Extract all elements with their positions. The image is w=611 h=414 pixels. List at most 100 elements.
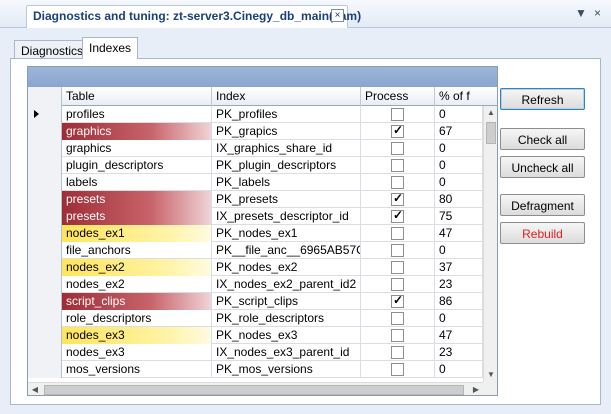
process-checkbox[interactable] — [391, 329, 404, 342]
cell-index[interactable]: PK_role_descriptors — [212, 310, 361, 327]
cell-index[interactable]: PK_profiles — [212, 106, 361, 123]
cell-index[interactable]: IX_nodes_ex3_parent_id — [212, 344, 361, 361]
table-row[interactable]: graphicsPK_grapics 67 — [28, 123, 483, 140]
table-row[interactable]: presetsIX_presets_descriptor_id 75 — [28, 208, 483, 225]
cell-fragmentation-pct[interactable]: 0 — [435, 140, 483, 157]
row-selector[interactable] — [28, 310, 62, 327]
cell-fragmentation-pct[interactable]: 23 — [435, 276, 483, 293]
cell-table[interactable]: nodes_ex2 — [62, 276, 212, 293]
process-checkbox[interactable] — [391, 363, 404, 376]
column-header-pct[interactable]: % of f — [435, 87, 497, 106]
cell-fragmentation-pct[interactable]: 0 — [435, 174, 483, 191]
table-row[interactable]: nodes_ex2 PK_nodes_ex2 37 — [28, 259, 483, 276]
cell-index[interactable]: PK_plugin_descriptors — [212, 157, 361, 174]
scroll-left-icon[interactable]: ◀ — [28, 383, 42, 395]
row-selector[interactable] — [28, 293, 62, 310]
row-selector[interactable] — [28, 361, 62, 378]
row-selector[interactable] — [28, 106, 62, 123]
row-selector[interactable] — [28, 208, 62, 225]
process-checkbox[interactable] — [391, 159, 404, 172]
cell-index[interactable]: PK_nodes_ex1 — [212, 225, 361, 242]
close-icon[interactable]: × — [331, 9, 344, 22]
cell-fragmentation-pct[interactable]: 0 — [435, 157, 483, 174]
cell-table[interactable]: profiles — [62, 106, 212, 123]
process-checkbox[interactable] — [391, 227, 404, 240]
table-row[interactable]: nodes_ex3 IX_nodes_ex3_parent_id 23 — [28, 344, 483, 361]
cell-fragmentation-pct[interactable]: 0 — [435, 242, 483, 259]
process-checkbox[interactable] — [391, 278, 404, 291]
document-tab[interactable]: Diagnostics and tuning: zt-server3.Cineg… — [26, 5, 361, 28]
cell-fragmentation-pct[interactable]: 86 — [435, 293, 483, 310]
check-all-button[interactable]: Check all — [500, 128, 585, 150]
cell-table[interactable]: graphics — [62, 140, 212, 157]
cell-index[interactable]: PK_labels — [212, 174, 361, 191]
row-selector[interactable] — [28, 191, 62, 208]
row-selector[interactable] — [28, 157, 62, 174]
cell-fragmentation-pct[interactable]: 47 — [435, 225, 483, 242]
cell-index[interactable]: PK_grapics — [212, 123, 361, 140]
cell-table[interactable]: file_anchors — [62, 242, 212, 259]
cell-table[interactable]: role_descriptors — [62, 310, 212, 327]
chevron-down-icon[interactable]: ▼ — [575, 6, 587, 20]
table-row[interactable]: nodes_ex2 IX_nodes_ex2_parent_id2 23 — [28, 276, 483, 293]
table-row[interactable]: profiles PK_profiles 0 — [28, 106, 483, 123]
cell-table[interactable]: script_clips — [62, 293, 212, 310]
horizontal-scroll-thumb[interactable] — [44, 385, 464, 395]
row-selector[interactable] — [28, 344, 62, 361]
row-selector[interactable] — [28, 276, 62, 293]
column-header-process[interactable]: Process — [361, 87, 435, 106]
process-checkbox[interactable] — [391, 142, 404, 155]
cell-table[interactable]: presets — [62, 208, 212, 225]
tab-diagnostics[interactable]: Diagnostics — [14, 40, 91, 59]
vertical-scrollbar[interactable]: ▲ ▼ — [483, 106, 497, 382]
column-header-table[interactable]: Table — [62, 87, 212, 106]
table-row[interactable]: presetsPK_presets 80 — [28, 191, 483, 208]
cell-fragmentation-pct[interactable]: 67 — [435, 123, 483, 140]
cell-index[interactable]: PK_presets — [212, 191, 361, 208]
defragment-button[interactable]: Defragment — [500, 194, 585, 216]
cell-index[interactable]: PK_mos_versions — [212, 361, 361, 378]
table-row[interactable]: file_anchors PK__file_anc__6965AB57C 0 — [28, 242, 483, 259]
table-row[interactable]: labels PK_labels 0 — [28, 174, 483, 191]
scroll-down-icon[interactable]: ▼ — [484, 368, 497, 382]
row-selector[interactable] — [28, 123, 62, 140]
cell-fragmentation-pct[interactable]: 75 — [435, 208, 483, 225]
process-checkbox[interactable] — [391, 312, 404, 325]
cell-table[interactable]: presets — [62, 191, 212, 208]
table-row[interactable]: mos_versions PK_mos_versions 0 — [28, 361, 483, 378]
table-row[interactable]: role_descriptors PK_role_descriptors 0 — [28, 310, 483, 327]
process-checkbox[interactable] — [391, 261, 404, 274]
cell-fragmentation-pct[interactable]: 0 — [435, 106, 483, 123]
cell-table[interactable]: plugin_descriptors — [62, 157, 212, 174]
process-checkbox[interactable] — [391, 293, 404, 308]
cell-table[interactable]: nodes_ex3 — [62, 344, 212, 361]
process-checkbox[interactable] — [391, 208, 404, 223]
tab-indexes[interactable]: Indexes — [82, 37, 139, 59]
cell-fragmentation-pct[interactable]: 0 — [435, 310, 483, 327]
pane-close-icon[interactable]: × — [594, 6, 601, 20]
cell-fragmentation-pct[interactable]: 0 — [435, 361, 483, 378]
cell-fragmentation-pct[interactable]: 37 — [435, 259, 483, 276]
cell-table[interactable]: graphics — [62, 123, 212, 140]
vertical-scroll-thumb[interactable] — [486, 122, 496, 144]
table-row[interactable]: plugin_descriptors PK_plugin_descriptors 0 — [28, 157, 483, 174]
cell-fragmentation-pct[interactable]: 23 — [435, 344, 483, 361]
row-selector[interactable] — [28, 174, 62, 191]
scroll-right-icon[interactable]: ▶ — [469, 383, 483, 395]
refresh-button[interactable]: Refresh — [500, 88, 585, 110]
table-row[interactable]: nodes_ex1 PK_nodes_ex1 47 — [28, 225, 483, 242]
row-selector[interactable] — [28, 259, 62, 276]
cell-index[interactable]: IX_graphics_share_id — [212, 140, 361, 157]
cell-table[interactable]: labels — [62, 174, 212, 191]
table-row[interactable]: script_clipsPK_script_clips 86 — [28, 293, 483, 310]
uncheck-all-button[interactable]: Uncheck all — [500, 156, 585, 178]
cell-fragmentation-pct[interactable]: 47 — [435, 327, 483, 344]
process-checkbox[interactable] — [391, 346, 404, 359]
process-checkbox[interactable] — [391, 108, 404, 121]
process-checkbox[interactable] — [391, 244, 404, 257]
cell-table[interactable]: mos_versions — [62, 361, 212, 378]
scroll-up-icon[interactable]: ▲ — [484, 106, 497, 120]
table-row[interactable]: nodes_ex3 PK_nodes_ex3 47 — [28, 327, 483, 344]
row-selector[interactable] — [28, 327, 62, 344]
horizontal-scrollbar[interactable]: ◀ ▶ — [28, 382, 483, 395]
